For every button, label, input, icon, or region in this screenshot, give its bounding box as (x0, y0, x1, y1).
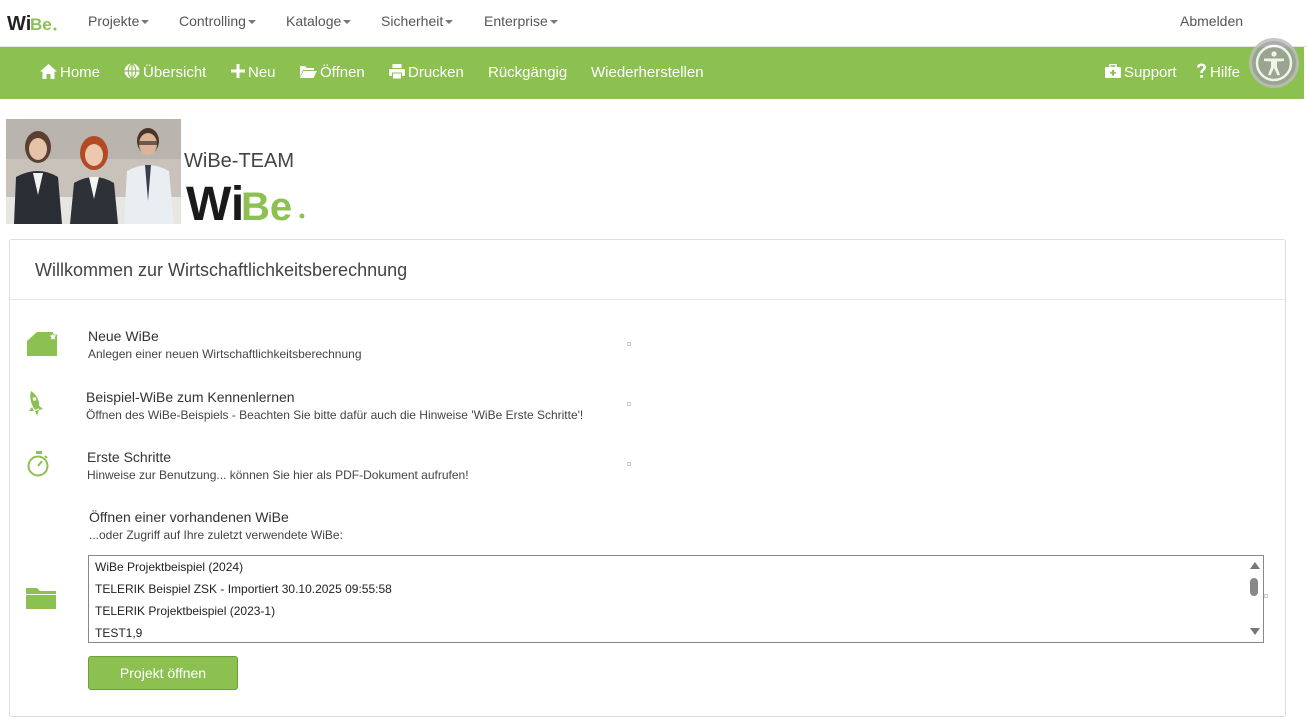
open-project-button[interactable]: Projekt öffnen (88, 656, 238, 690)
new-wibe-link[interactable]: Neue WiBe (88, 328, 159, 344)
list-item[interactable]: TEST1,9 (89, 622, 1263, 642)
question-icon (1197, 63, 1206, 78)
main-toolbar: Home Übersicht Neu Öffnen Drucken Rückgä… (0, 47, 1304, 99)
new-button[interactable]: Neu (231, 47, 276, 99)
undo-button[interactable]: Rückgängig (488, 47, 567, 99)
support-button[interactable]: Support (1105, 47, 1177, 99)
first-steps-link[interactable]: Erste Schritte (87, 449, 171, 465)
tiny-marker (627, 402, 631, 406)
undo-label: Rückgängig (488, 64, 568, 81)
list-item[interactable]: WiBe Projektbeispiel (2024) (89, 556, 1263, 578)
new-document-icon[interactable] (27, 332, 61, 358)
recent-wibe-list[interactable]: WiBe Projektbeispiel (2024) TELERIK Beis… (88, 555, 1264, 643)
menu-projekte[interactable]: Projekte (88, 0, 150, 47)
list-item[interactable]: TELERIK Beispiel ZSK - Importiert 30.10.… (89, 578, 1263, 600)
chevron-down-icon (549, 20, 558, 25)
medkit-icon (1105, 63, 1121, 79)
first-steps-desc: Hinweise zur Benutzung... können Sie hie… (87, 468, 469, 482)
redo-label: Wiederherstellen (591, 64, 704, 81)
svg-text:Wi: Wi (186, 178, 244, 224)
svg-text:Be: Be (30, 15, 52, 34)
tiny-marker (627, 342, 631, 346)
print-button[interactable]: Drucken (389, 47, 464, 99)
accessibility-icon (1255, 44, 1293, 82)
menu-enterprise[interactable]: Enterprise (484, 0, 558, 47)
print-label: Drucken (408, 64, 464, 81)
tiny-marker (1264, 594, 1268, 598)
globe-icon (124, 63, 140, 80)
chevron-down-icon (445, 20, 454, 25)
top-navbar: Wi Be Projekte Controlling Kataloge Sich… (0, 0, 1307, 47)
chevron-down-icon (343, 20, 352, 25)
home-label: Home (60, 64, 101, 81)
scrollbar-thumb[interactable] (1250, 578, 1258, 596)
scroll-down-arrow-icon[interactable] (1250, 628, 1260, 635)
menu-sicherheit[interactable]: Sicherheit (381, 0, 454, 47)
home-icon (40, 63, 57, 79)
menu-projekte-label: Projekte (88, 13, 140, 29)
menu-controlling-label: Controlling (179, 13, 246, 29)
support-label: Support (1124, 64, 1177, 81)
list-scrollbar[interactable] (1246, 556, 1263, 642)
example-wibe-desc: Öffnen des WiBe-Beispiels - Beachten Sie… (86, 408, 584, 422)
open-existing-desc: ...oder Zugriff auf Ihre zuletzt verwend… (89, 528, 343, 542)
logout-link[interactable]: Abmelden (1180, 0, 1243, 42)
panel-title: Willkommen zur Wirtschaftlichkeitsberech… (35, 260, 408, 280)
open-button[interactable]: Öffnen (300, 47, 365, 99)
folder-icon[interactable] (26, 586, 57, 610)
open-existing-title: Öffnen einer vorhandenen WiBe (89, 509, 289, 525)
plus-icon (231, 64, 245, 79)
help-button[interactable]: Hilfe (1196, 47, 1240, 99)
redo-button[interactable]: Wiederherstellen (591, 47, 704, 99)
overview-button[interactable]: Übersicht (124, 47, 206, 99)
rocket-icon[interactable] (27, 391, 47, 419)
overview-label: Übersicht (143, 64, 207, 81)
svg-text:Be: Be (241, 185, 292, 224)
wibe-team-logo: Wi Be (186, 178, 305, 224)
scroll-up-arrow-icon[interactable] (1250, 562, 1260, 569)
wibe-logo[interactable]: Wi Be (7, 10, 59, 34)
example-wibe-link[interactable]: Beispiel-WiBe zum Kennenlernen (86, 389, 295, 405)
compass-icon[interactable] (27, 451, 51, 479)
help-label: Hilfe (1210, 64, 1241, 81)
open-label: Öffnen (320, 64, 365, 81)
team-photo (6, 119, 181, 224)
folder-open-icon (300, 65, 317, 78)
menu-sicherheit-label: Sicherheit (381, 13, 444, 29)
accessibility-button[interactable] (1249, 38, 1299, 88)
printer-icon (389, 63, 405, 80)
menu-kataloge[interactable]: Kataloge (286, 0, 352, 47)
team-name: WiBe-TEAM (184, 150, 294, 172)
home-button[interactable]: Home (40, 47, 100, 99)
new-wibe-desc: Anlegen einer neuen Wirtschaftlichkeitsb… (88, 347, 362, 361)
panel-header: Willkommen zur Wirtschaftlichkeitsberech… (10, 240, 1285, 300)
new-label: Neu (248, 64, 276, 81)
tiny-marker (627, 462, 631, 466)
menu-kataloge-label: Kataloge (286, 13, 342, 29)
chevron-down-icon (141, 20, 150, 25)
list-item[interactable]: TELERIK Projektbeispiel (2023-1) (89, 600, 1263, 622)
menu-enterprise-label: Enterprise (484, 13, 548, 29)
chevron-down-icon (247, 20, 256, 25)
svg-text:Wi: Wi (7, 13, 31, 34)
menu-controlling[interactable]: Controlling (179, 0, 256, 47)
